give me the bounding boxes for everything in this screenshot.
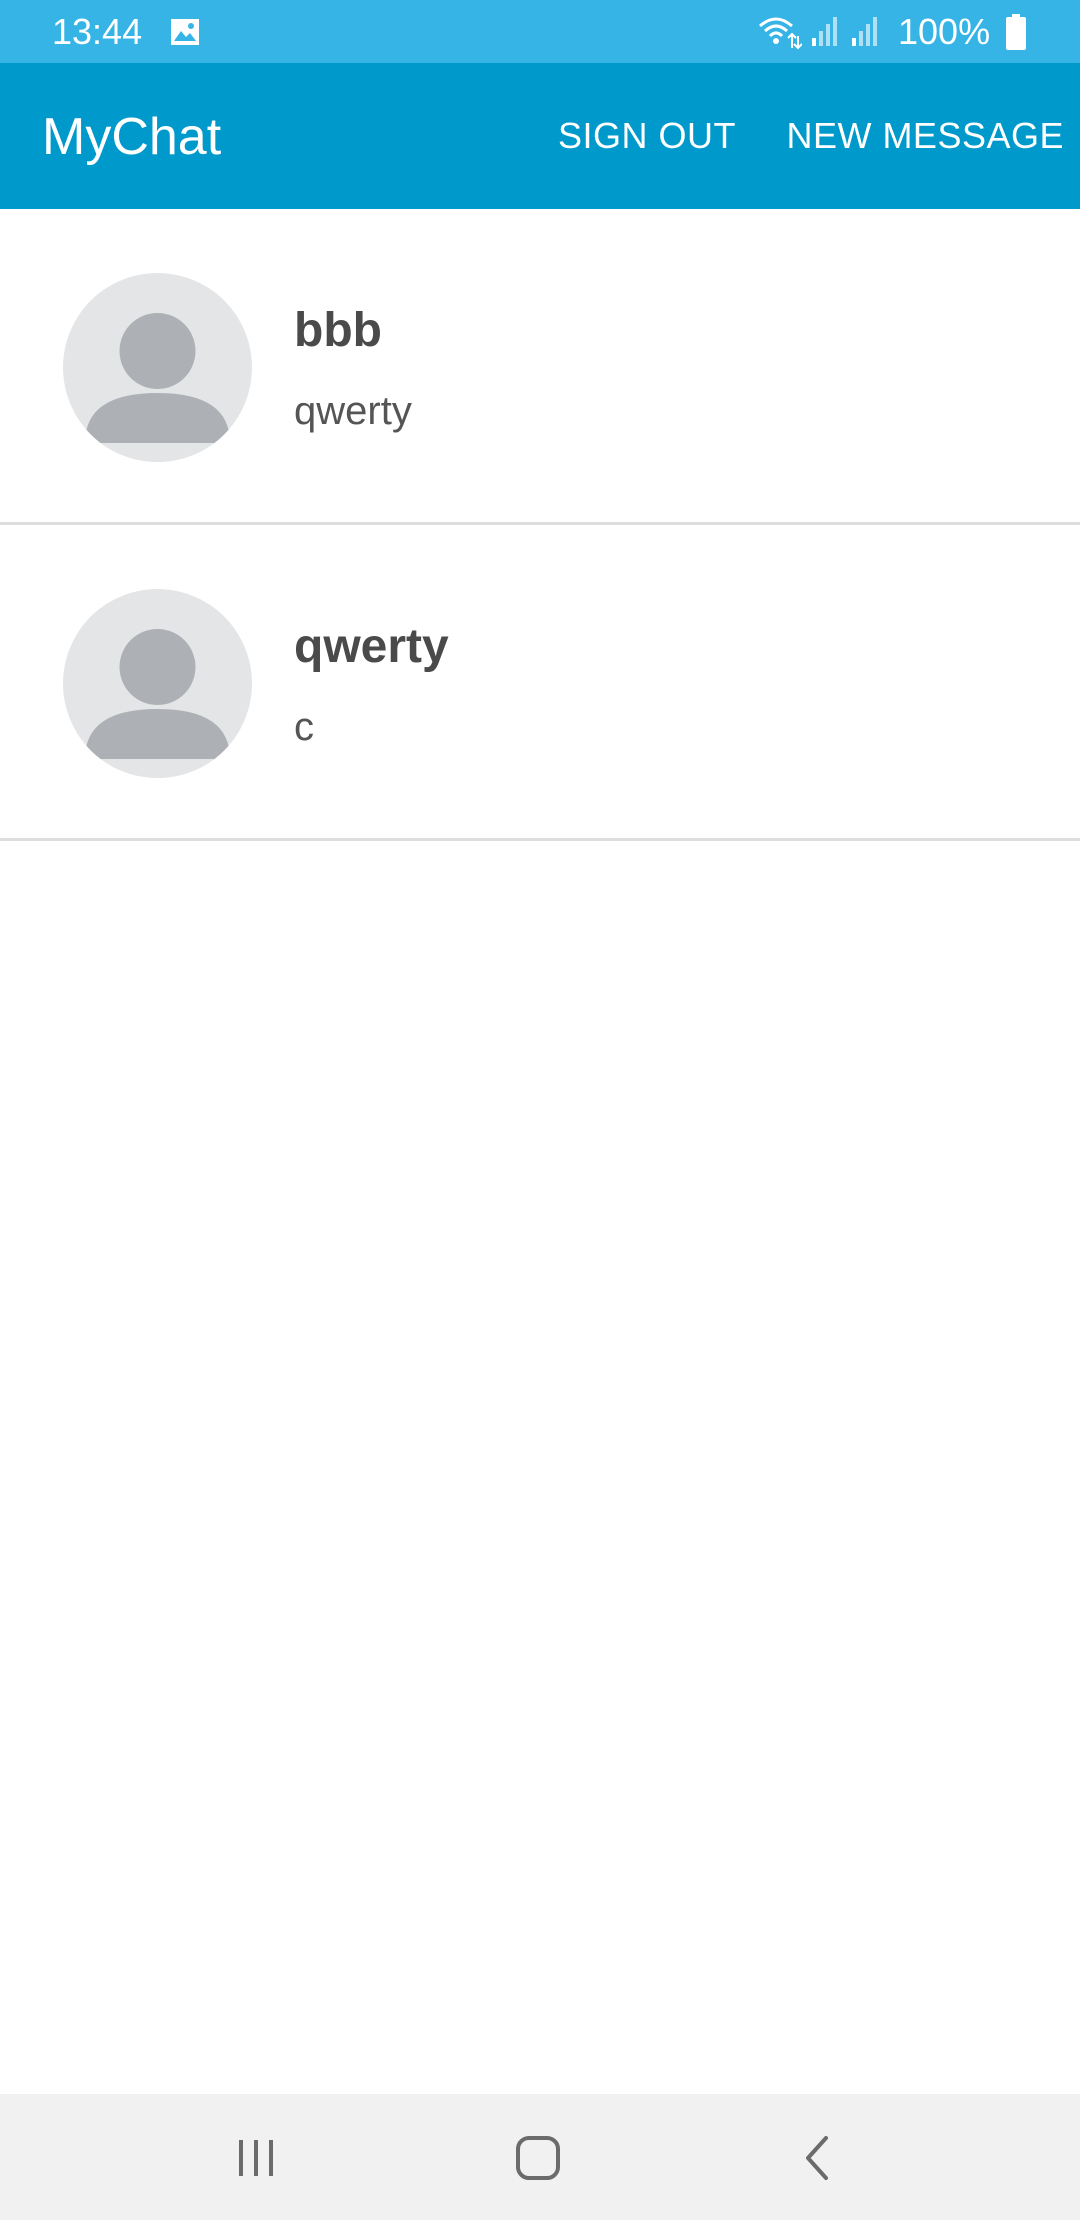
chat-name: bbb (294, 304, 382, 357)
chat-preview: qwerty (294, 389, 412, 433)
navigation-bar (0, 2094, 1080, 2220)
chat-list-item[interactable]: bbb qwerty (0, 209, 1080, 525)
sign-out-button[interactable]: SIGN OUT (540, 103, 754, 169)
signal-icon (852, 17, 877, 46)
chat-list-item[interactable]: qwerty c (0, 525, 1080, 841)
home-icon[interactable] (505, 2130, 571, 2186)
recents-icon[interactable] (226, 2130, 286, 2186)
wifi-icon (759, 17, 802, 50)
default-avatar-icon (63, 589, 252, 778)
app-title: MyChat (42, 108, 222, 166)
gallery-icon (171, 19, 199, 45)
back-icon[interactable] (790, 2130, 846, 2186)
status-bar: 13:44 100% (0, 0, 1080, 63)
battery-percent: 100% (898, 11, 991, 52)
signal-icon (812, 17, 837, 46)
new-message-button[interactable]: NEW MESSAGE (768, 103, 1064, 169)
chat-list: bbb qwerty qwerty c (0, 209, 1080, 841)
battery-icon (1006, 14, 1026, 50)
chat-name: qwerty (294, 620, 449, 673)
status-time: 13:44 (52, 11, 143, 52)
default-avatar-icon (63, 273, 252, 462)
app-bar: MyChat SIGN OUT NEW MESSAGE (0, 63, 1080, 209)
chat-preview: c (294, 705, 314, 749)
